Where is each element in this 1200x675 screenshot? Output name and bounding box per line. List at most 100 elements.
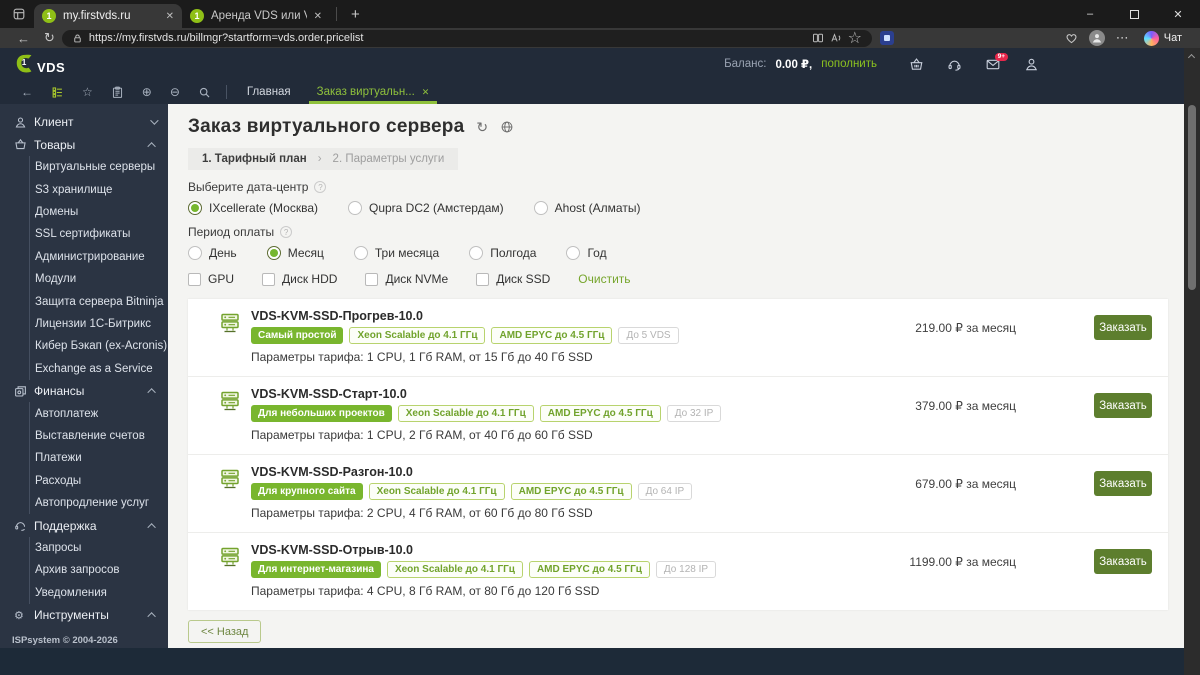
zoom-in-icon[interactable]: ⊕ xyxy=(142,85,152,99)
browser-profile-avatar[interactable] xyxy=(1088,30,1105,46)
chevron-down-icon xyxy=(150,116,159,126)
sidebar-item[interactable]: Модули xyxy=(30,268,168,290)
browser-essentials-icon[interactable] xyxy=(1065,32,1078,45)
browser-tab-active[interactable]: 1 my.firstvds.ru ✕ xyxy=(34,4,182,28)
sidebar-item[interactable]: Автопродление услуг xyxy=(30,492,168,514)
window-maximize-button[interactable] xyxy=(1112,0,1156,28)
order-button[interactable]: Заказать xyxy=(1094,471,1152,496)
sidebar-item[interactable]: Расходы xyxy=(30,470,168,492)
search-icon[interactable] xyxy=(198,86,211,99)
filter-checkbox[interactable]: Диск SSD xyxy=(476,272,550,286)
user-icon[interactable] xyxy=(1024,57,1039,72)
radio-label: Три месяца xyxy=(374,246,440,260)
browser-tab-title: my.firstvds.ru xyxy=(63,10,131,22)
tariffs-list-icon[interactable] xyxy=(51,86,64,99)
window-minimize-button[interactable]: – xyxy=(1068,0,1112,28)
plan-params: Параметры тарифа: 1 CPU, 2 Гб RAM, от 40… xyxy=(251,428,593,442)
plan-row: VDS-KVM-SSD-Старт-10.0 Для небольших про… xyxy=(188,376,1168,454)
sidebar-section-tovary[interactable]: Товары xyxy=(0,134,168,157)
tab-close-icon[interactable]: ✕ xyxy=(166,11,174,22)
radio-period-tri-mesyaca[interactable]: Три месяца xyxy=(353,246,440,260)
sidebar-item[interactable]: Автоплатеж xyxy=(30,402,168,424)
sidebar-item[interactable]: Уведомления xyxy=(30,582,168,604)
scrollbar-up-icon[interactable] xyxy=(1187,53,1196,62)
sidebar-item[interactable]: Виртуальные серверы xyxy=(30,156,168,178)
plan-right: 1199.00 ₽ за месяц Заказать xyxy=(856,549,1152,574)
sidebar-item[interactable]: Архив запросов xyxy=(30,559,168,581)
sidebar-item[interactable]: Защита сервера Bitninja xyxy=(30,290,168,312)
plan-info: VDS-KVM-SSD-Разгон-10.0 Для крупного сай… xyxy=(251,465,693,520)
browser-menu-icon[interactable]: ⋯ xyxy=(1116,30,1129,46)
topup-link[interactable]: пополнить xyxy=(821,58,877,70)
sidebar-section-finansy[interactable]: Финансы xyxy=(0,380,168,403)
step-current[interactable]: 1. Тарифный план xyxy=(202,153,307,165)
browser-back-icon[interactable]: ← xyxy=(17,31,30,46)
sidebar-section-podderzhka[interactable]: Поддержка xyxy=(0,514,168,537)
browser-tab-inactive[interactable]: 1 Аренда VDS или VPS сервера, Д ✕ xyxy=(182,4,330,28)
zoom-out-icon[interactable]: ⊖ xyxy=(170,85,180,99)
cart-icon[interactable] xyxy=(909,57,924,72)
firstvds-logo[interactable]: 1 VDS xyxy=(14,53,65,75)
tab-close-icon[interactable]: ✕ xyxy=(422,87,430,98)
sidebar-item[interactable]: SSL сертификаты xyxy=(30,223,168,245)
plan-name: VDS-KVM-SSD-Старт-10.0 xyxy=(251,387,407,401)
sidebar-item[interactable]: Администрирование xyxy=(30,246,168,268)
radio-ixcellerate[interactable]: IXcellerate (Москва) xyxy=(188,201,318,215)
mail-icon[interactable]: 9+ xyxy=(985,52,1008,72)
refresh-icon[interactable]: ↻ xyxy=(476,119,488,136)
filter-checkbox[interactable]: Диск HDD xyxy=(262,272,337,286)
filter-checkbox[interactable]: Диск NVMe xyxy=(365,272,448,286)
address-bar[interactable]: https://my.firstvds.ru/billmgr?startform… xyxy=(61,28,872,48)
radio-qupra-dc2[interactable]: Qupra DC2 (Амстердам) xyxy=(348,201,504,215)
sidebar-item[interactable]: S3 хранилище xyxy=(30,178,168,200)
tab-glavnaya[interactable]: Главная xyxy=(247,80,291,104)
new-tab-button[interactable]: + xyxy=(343,6,368,23)
sidebar-item[interactable]: Лицензии 1С-Битрикс xyxy=(30,313,168,335)
tab-close-icon[interactable]: ✕ xyxy=(314,11,322,22)
url-text[interactable]: https://my.firstvds.ru/billmgr?startform… xyxy=(89,32,806,44)
browser-refresh-icon[interactable]: ↻ xyxy=(44,30,55,46)
extension-icon[interactable] xyxy=(879,31,894,45)
sidebar-section-instrumenty[interactable]: ⚙ Инструменты xyxy=(0,604,168,627)
favorites-icon[interactable]: ☆ xyxy=(82,85,93,99)
order-button[interactable]: Заказать xyxy=(1094,549,1152,574)
sidebar-item[interactable]: Платежи xyxy=(30,447,168,469)
sidebar-item[interactable]: Домены xyxy=(30,201,168,223)
sidebar-section-label: Клиент xyxy=(34,115,74,130)
plan-right: 379.00 ₽ за месяц Заказать xyxy=(856,393,1152,418)
screen: 1 my.firstvds.ru ✕ 1 Аренда VDS или VPS … xyxy=(0,0,1200,675)
page-scrollbar[interactable] xyxy=(1184,48,1200,675)
globe-icon[interactable] xyxy=(500,120,514,134)
radio-icon xyxy=(566,246,581,260)
window-close-button[interactable]: ✕ xyxy=(1156,0,1200,28)
info-icon[interactable] xyxy=(280,226,293,238)
read-aloud-icon[interactable] xyxy=(830,32,842,44)
filter-checkbox[interactable]: GPU xyxy=(188,272,234,286)
radio-period-mesyac[interactable]: Месяц xyxy=(266,246,324,260)
sidebar-item[interactable]: Выставление счетов xyxy=(30,425,168,447)
clear-filters-link[interactable]: Очистить xyxy=(578,272,630,286)
split-screen-icon[interactable] xyxy=(812,32,824,44)
info-icon[interactable] xyxy=(314,181,327,193)
sidebar-item[interactable]: Запросы xyxy=(30,537,168,559)
workspaces-icon[interactable] xyxy=(12,7,26,21)
step-separator-icon: › xyxy=(317,153,322,165)
order-button[interactable]: Заказать xyxy=(1094,393,1152,418)
order-button[interactable]: Заказать xyxy=(1094,315,1152,340)
radio-period-den[interactable]: День xyxy=(188,246,237,260)
sidebar-item[interactable]: Кибер Бэкап (ex-Acronis) xyxy=(30,335,168,357)
copilot-chat-button[interactable]: Чат xyxy=(1140,30,1190,46)
sidebar-section-klient[interactable]: Клиент xyxy=(0,111,168,134)
support-icon[interactable] xyxy=(947,57,962,72)
sidebar-item[interactable]: Exchange as a Service xyxy=(30,358,168,380)
app-back-icon[interactable]: ← xyxy=(21,85,33,99)
clipboard-icon[interactable] xyxy=(111,86,124,99)
favorites-star-icon[interactable]: ☆ xyxy=(848,28,862,48)
tab-zakaz-virtualnogo[interactable]: Заказ виртуальн... ✕ xyxy=(308,80,437,104)
plan-info: VDS-KVM-SSD-Старт-10.0 Для небольших про… xyxy=(251,387,722,442)
back-button[interactable]: << Назад xyxy=(188,620,262,643)
radio-ahost[interactable]: Ahost (Алматы) xyxy=(533,201,640,215)
radio-period-god[interactable]: Год xyxy=(566,246,607,260)
radio-period-polgoda[interactable]: Полгода xyxy=(469,246,536,260)
scrollbar-thumb[interactable] xyxy=(1188,105,1196,290)
